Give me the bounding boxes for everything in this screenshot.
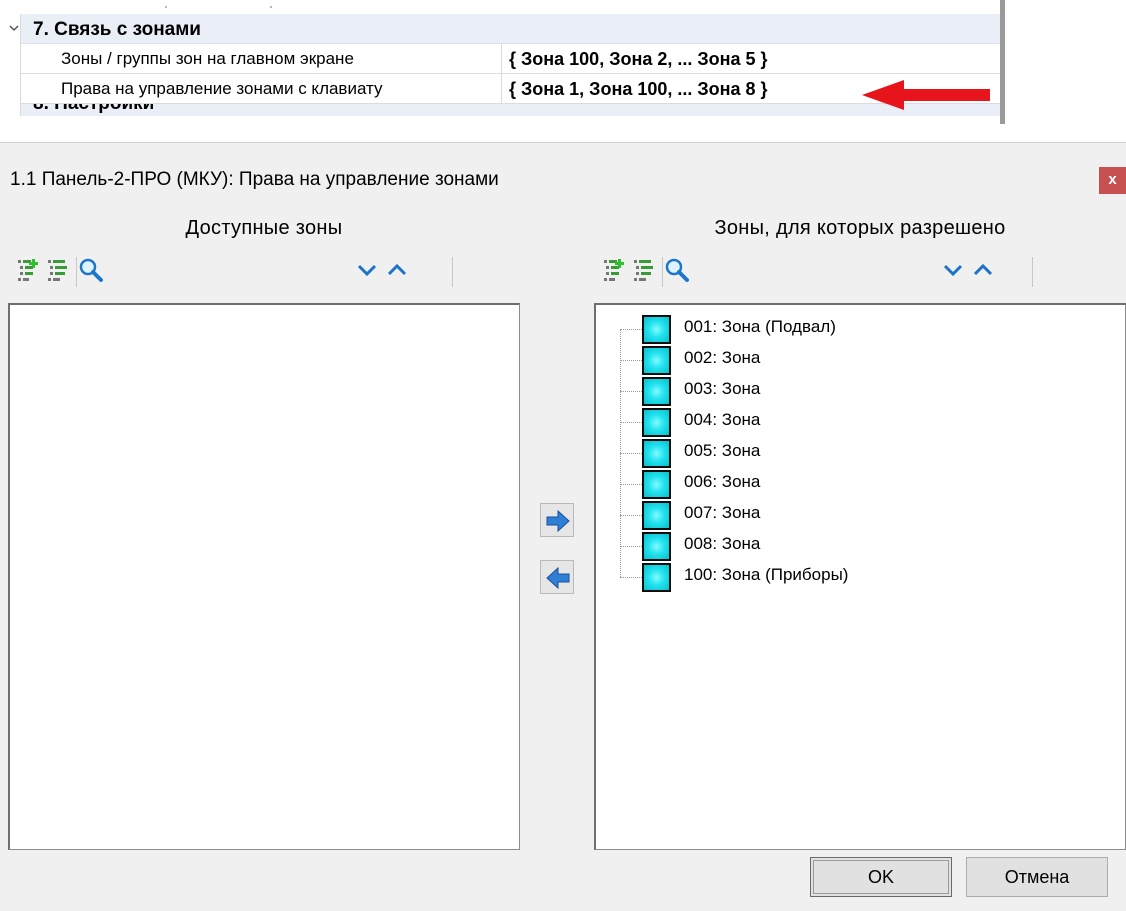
close-icon: x	[1108, 171, 1117, 188]
move-up-icon[interactable]	[970, 257, 996, 283]
zone-icon	[642, 563, 671, 592]
available-zones-header: Доступные зоны	[185, 217, 343, 239]
toolbar-separator	[1032, 257, 1033, 287]
property-grid: 7. Связь с зонами Зоны / группы зон на г…	[0, 0, 1005, 124]
zone-tree-item[interactable]: 004: Зона	[596, 406, 1125, 437]
tree-connector	[620, 391, 642, 392]
ok-button[interactable]: OK	[810, 857, 952, 897]
category-row-zones[interactable]: 7. Связь с зонами	[9, 14, 1000, 44]
dialog-title: 1.1 Панель-2-ПРО (МКУ): Права на управле…	[10, 169, 499, 190]
zone-label: 006: Зона	[684, 472, 761, 491]
allowed-zones-header: Зоны, для которых разрешено	[714, 217, 1006, 239]
move-up-icon[interactable]	[384, 257, 410, 283]
collapse-all-icon[interactable]	[632, 257, 658, 283]
zone-icon	[642, 346, 671, 375]
category-title: 7. Связь с зонами	[33, 19, 201, 40]
tree-connector	[620, 329, 642, 330]
tree-connector	[620, 360, 642, 361]
red-arrow-annotation-icon	[862, 80, 990, 110]
zone-tree-item[interactable]: 003: Зона	[596, 375, 1125, 406]
move-down-icon[interactable]	[940, 257, 966, 283]
zone-label: 001: Зона (Подвал)	[684, 317, 836, 336]
property-grid-body: 7. Связь с зонами Зоны / группы зон на г…	[9, 14, 1000, 116]
remove-from-allowed-button[interactable]	[540, 560, 574, 594]
zone-label: 003: Зона	[684, 379, 761, 398]
tree-connector	[620, 422, 642, 423]
property-name: Зоны / группы зон на главном экране	[61, 49, 354, 68]
toolbar-separator	[662, 257, 663, 287]
zone-icon	[642, 501, 671, 530]
toolbar-separator	[452, 257, 453, 287]
available-toolbar	[8, 251, 520, 291]
property-value[interactable]: { Зона 100, Зона 2, ... Зона 5 }	[509, 49, 768, 70]
category-title-partial: 8. Настройки	[33, 104, 154, 115]
zone-tree-item[interactable]: 007: Зона	[596, 499, 1125, 530]
search-icon[interactable]	[664, 257, 690, 283]
zone-icon	[642, 408, 671, 437]
zone-rights-dialog: 1.1 Панель-2-ПРО (МКУ): Права на управле…	[0, 142, 1126, 911]
arrow-right-icon	[546, 510, 570, 532]
add-to-allowed-button[interactable]	[540, 503, 574, 537]
zone-icon	[642, 532, 671, 561]
tree-connector	[620, 546, 642, 547]
allowed-toolbar	[594, 251, 1126, 291]
chevron-down-icon[interactable]	[9, 23, 19, 33]
property-grid-top-remnant	[20, 0, 1000, 14]
zone-tree-item[interactable]: 002: Зона	[596, 344, 1125, 375]
tree-connector	[620, 515, 642, 516]
zone-tree-item[interactable]: 008: Зона	[596, 530, 1125, 561]
zone-icon	[642, 315, 671, 344]
tree-connector	[620, 577, 642, 578]
close-button[interactable]: x	[1099, 167, 1126, 194]
property-row-keyboard-zone-rights[interactable]: Права на управление зонами с клавиату { …	[21, 74, 1000, 104]
allowed-zones-list[interactable]: 001: Зона (Подвал) 002: Зона 003: Зона 004:…	[594, 303, 1126, 850]
cancel-button[interactable]: Отмена	[966, 857, 1108, 897]
zone-icon	[642, 470, 671, 499]
property-name: Права на управление зонами с клавиату	[61, 79, 383, 98]
move-down-icon[interactable]	[354, 257, 380, 283]
zone-label: 002: Зона	[684, 348, 761, 367]
zone-label: 005: Зона	[684, 441, 761, 460]
zone-label: 007: Зона	[684, 503, 761, 522]
property-value[interactable]: { Зона 1, Зона 100, ... Зона 8 }	[509, 79, 768, 100]
zone-tree-item[interactable]: 001: Зона (Подвал)	[596, 313, 1125, 344]
zone-tree-item[interactable]: 005: Зона	[596, 437, 1125, 468]
property-row-main-screen-zones[interactable]: Зоны / группы зон на главном экране { Зо…	[21, 44, 1000, 74]
available-zones-list[interactable]	[8, 303, 520, 850]
zone-label: 100: Зона (Приборы)	[684, 565, 849, 584]
zone-tree-item[interactable]: 006: Зона	[596, 468, 1125, 499]
expand-all-icon[interactable]	[16, 257, 42, 283]
zone-icon	[642, 439, 671, 468]
column-divider	[501, 74, 502, 104]
arrow-left-icon	[546, 567, 570, 589]
tree-connector	[620, 484, 642, 485]
search-icon[interactable]	[78, 257, 104, 283]
zone-tree-item[interactable]: 100: Зона (Приборы)	[596, 561, 1125, 592]
tree-connector	[620, 329, 621, 577]
property-grid-border	[1000, 0, 1005, 124]
zone-label: 004: Зона	[684, 410, 761, 429]
expand-all-icon[interactable]	[602, 257, 628, 283]
column-divider	[501, 44, 502, 74]
zone-icon	[642, 377, 671, 406]
toolbar-separator	[76, 257, 77, 287]
collapse-all-icon[interactable]	[46, 257, 72, 283]
zone-label: 008: Зона	[684, 534, 761, 553]
tree-connector	[620, 453, 642, 454]
category-row-cut: 8. Настройки	[21, 104, 1000, 116]
